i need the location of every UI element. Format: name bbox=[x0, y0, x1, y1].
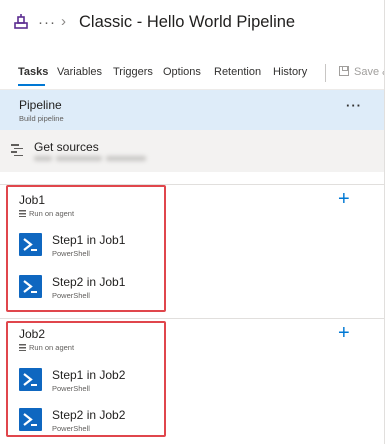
page-title[interactable]: Classic - Hello World Pipeline bbox=[79, 13, 295, 32]
pipeline-row[interactable]: Pipeline Build pipeline ··· bbox=[0, 90, 385, 130]
redacted-source-details bbox=[34, 155, 149, 163]
pipeline-title: Pipeline bbox=[19, 98, 62, 112]
breadcrumb-separator-icon: › bbox=[61, 13, 66, 30]
list-icon bbox=[11, 144, 23, 156]
more-actions-icon[interactable]: ··· bbox=[38, 14, 56, 31]
tab-options[interactable]: Options bbox=[163, 66, 201, 78]
active-tab-indicator bbox=[18, 84, 45, 86]
job2-highlight-box bbox=[6, 321, 166, 437]
section-gap bbox=[0, 172, 385, 184]
job1-highlight-box bbox=[6, 185, 166, 312]
pipeline-more-icon[interactable]: ··· bbox=[346, 98, 362, 113]
get-sources-row[interactable]: Get sources bbox=[0, 130, 385, 172]
save-icon bbox=[339, 66, 349, 76]
header-bar: ··· › Classic - Hello World Pipeline bbox=[0, 0, 385, 48]
add-task-button[interactable]: + bbox=[338, 189, 350, 209]
toolbar-divider bbox=[325, 64, 326, 82]
tab-tasks[interactable]: Tasks bbox=[18, 66, 48, 78]
tab-retention[interactable]: Retention bbox=[214, 66, 261, 78]
tab-history[interactable]: History bbox=[273, 66, 307, 78]
save-button[interactable]: Save & bbox=[339, 66, 385, 78]
save-button-label: Save & bbox=[354, 66, 385, 78]
tab-variables[interactable]: Variables bbox=[57, 66, 102, 78]
tab-bar: Tasks Variables Triggers Options Retenti… bbox=[0, 58, 385, 90]
pipeline-subtitle: Build pipeline bbox=[19, 114, 64, 123]
tab-triggers[interactable]: Triggers bbox=[113, 66, 153, 78]
pipelines-icon[interactable] bbox=[14, 14, 28, 30]
get-sources-title: Get sources bbox=[34, 140, 99, 154]
add-task-button[interactable]: + bbox=[338, 323, 350, 343]
